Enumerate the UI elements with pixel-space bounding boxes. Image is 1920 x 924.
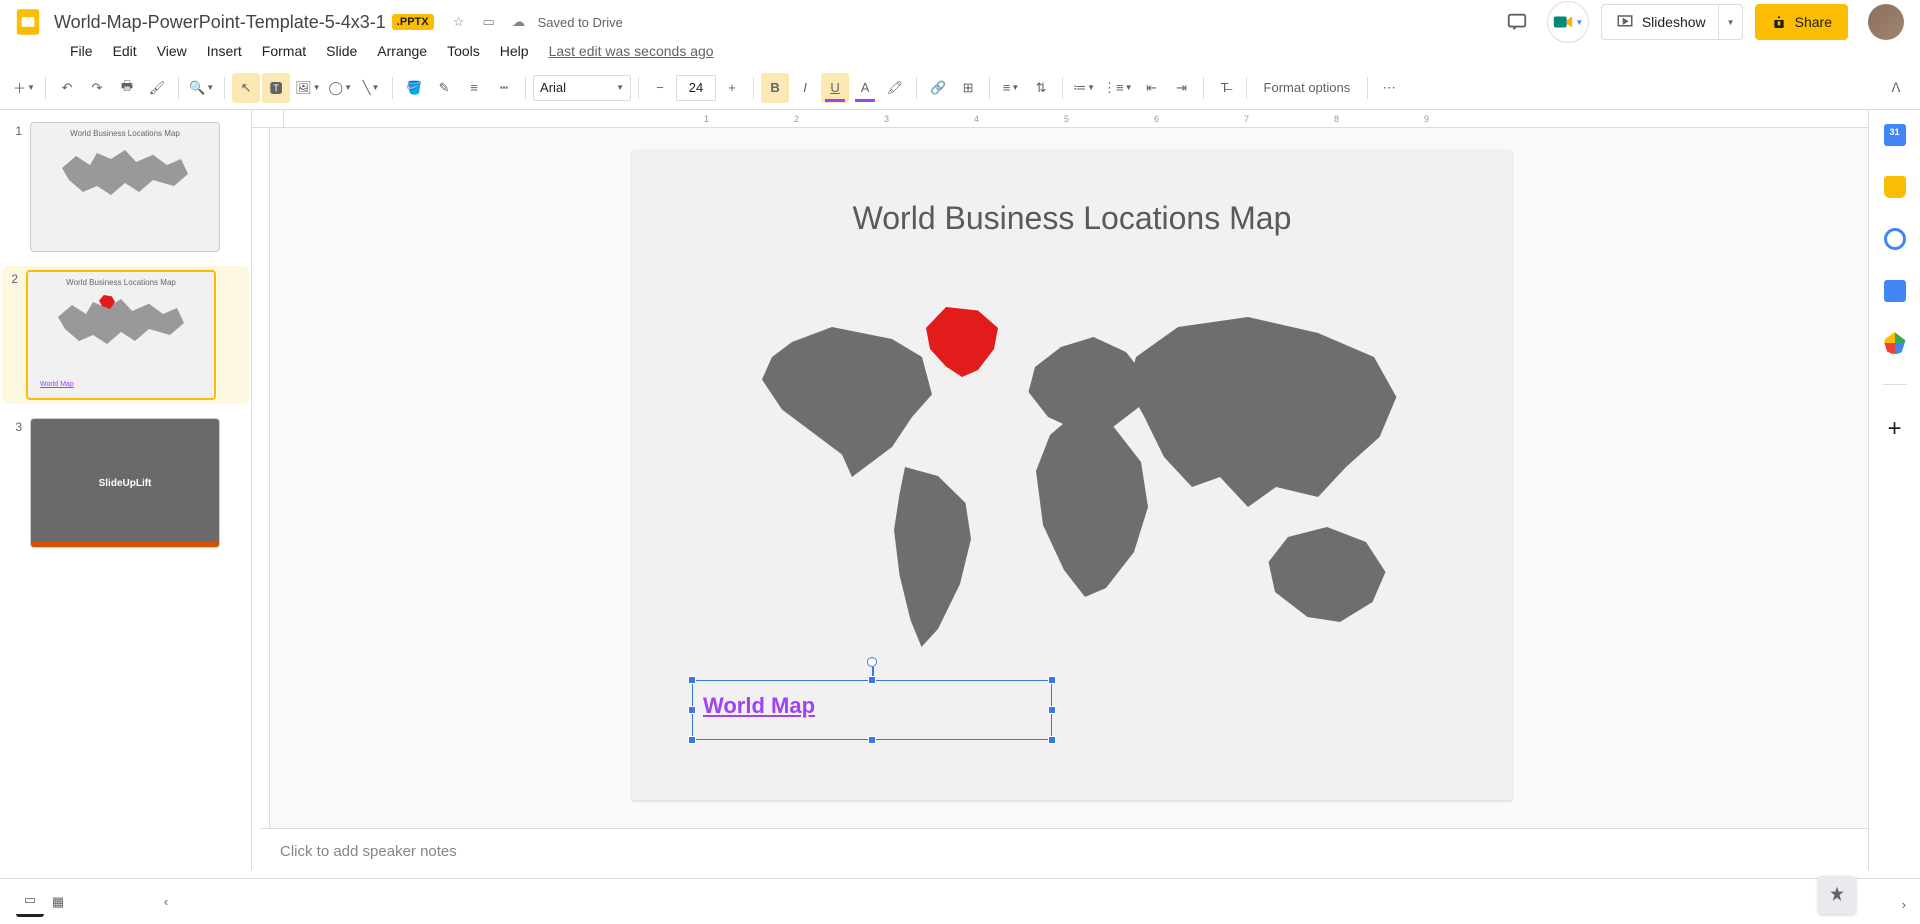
resize-handle[interactable]	[688, 706, 696, 714]
resize-handle[interactable]	[688, 676, 696, 684]
menu-slide[interactable]: Slide	[318, 39, 365, 63]
border-weight-button[interactable]: ≡	[460, 73, 488, 103]
side-panel: +	[1868, 110, 1920, 870]
filmstrip[interactable]: 1 World Business Locations Map 2 World B…	[0, 110, 252, 870]
indent-inc-button[interactable]: ⇥	[1168, 73, 1196, 103]
menu-file[interactable]: File	[62, 39, 101, 63]
menu-view[interactable]: View	[149, 39, 195, 63]
slideshow-button[interactable]: Slideshow ▼	[1601, 4, 1743, 40]
indent-dec-button[interactable]: ⇤	[1138, 73, 1166, 103]
speaker-notes[interactable]: Click to add speaker notes	[260, 828, 1868, 878]
explore-button[interactable]	[1818, 876, 1856, 914]
highlight-button[interactable]: 🖍	[881, 73, 909, 103]
resize-handle[interactable]	[868, 676, 876, 684]
world-map-graphic[interactable]	[722, 297, 1422, 627]
underline-button[interactable]: U	[821, 73, 849, 103]
last-edit[interactable]: Last edit was seconds ago	[549, 43, 714, 59]
vertical-ruler	[252, 128, 270, 870]
print-button[interactable]: 🖶	[113, 73, 141, 103]
cloud-icon: ☁	[509, 12, 529, 32]
maps-icon[interactable]	[1884, 332, 1906, 354]
text-color-button[interactable]: A	[851, 73, 879, 103]
meet-button[interactable]: ▼	[1547, 1, 1589, 43]
resize-handle[interactable]	[868, 736, 876, 744]
canvas-area[interactable]: 1 2 3 4 5 6 7 8 9 World Business Locatio…	[252, 110, 1920, 870]
tasks-icon[interactable]	[1884, 228, 1906, 250]
contacts-icon[interactable]	[1884, 280, 1906, 302]
format-options-button[interactable]: Format options	[1254, 80, 1361, 95]
menu-edit[interactable]: Edit	[105, 39, 145, 63]
resize-handle[interactable]	[1048, 706, 1056, 714]
slide-thumb-3[interactable]: SlideUpLift	[30, 418, 220, 548]
border-color-button[interactable]: ✎	[430, 73, 458, 103]
slideshow-label: Slideshow	[1642, 14, 1706, 30]
pptx-badge: .PPTX	[392, 14, 434, 30]
image-tool[interactable]: 🖼▼	[292, 73, 323, 103]
font-size-dec[interactable]: −	[646, 73, 674, 103]
font-size-input[interactable]: 24	[676, 75, 716, 101]
shape-tool[interactable]: ◯▼	[326, 73, 355, 103]
grid-view-button[interactable]: ▦	[44, 887, 72, 917]
textbox-tool[interactable]: 🆃	[262, 73, 290, 103]
menu-help[interactable]: Help	[492, 39, 537, 63]
clear-format-button[interactable]: T̶	[1211, 73, 1239, 103]
slide-number: 3	[6, 418, 30, 548]
star-icon[interactable]: ☆	[449, 12, 469, 32]
new-slide-button[interactable]: ＋▼	[10, 73, 38, 103]
menu-arrange[interactable]: Arrange	[369, 39, 435, 63]
more-button[interactable]: ⋯	[1375, 73, 1403, 103]
line-tool[interactable]: ╲▼	[357, 73, 385, 103]
line-spacing-button[interactable]: ⇅	[1027, 73, 1055, 103]
resize-handle[interactable]	[1048, 736, 1056, 744]
zoom-button[interactable]: 🔍▼	[186, 73, 217, 103]
horizontal-ruler: 1 2 3 4 5 6 7 8 9	[284, 110, 1920, 128]
collapse-filmstrip-button[interactable]: ‹	[152, 887, 180, 917]
align-button[interactable]: ≡▼	[997, 73, 1025, 103]
resize-handle[interactable]	[1048, 676, 1056, 684]
save-status: Saved to Drive	[538, 15, 623, 30]
select-tool[interactable]: ↖	[232, 73, 260, 103]
slideshow-dropdown[interactable]: ▼	[1718, 4, 1742, 40]
italic-button[interactable]: I	[791, 73, 819, 103]
menu-format[interactable]: Format	[254, 39, 314, 63]
font-select[interactable]: Arial▼	[533, 75, 631, 101]
resize-handle[interactable]	[688, 736, 696, 744]
share-label: Share	[1795, 14, 1832, 30]
slides-logo[interactable]	[8, 2, 48, 42]
comment-button[interactable]: ⊞	[954, 73, 982, 103]
comments-icon[interactable]	[1499, 4, 1535, 40]
font-size-inc[interactable]: +	[718, 73, 746, 103]
keep-icon[interactable]	[1884, 176, 1906, 198]
avatar[interactable]	[1868, 4, 1904, 40]
menu-tools[interactable]: Tools	[439, 39, 488, 63]
slide-thumb-1[interactable]: World Business Locations Map	[30, 122, 220, 252]
filmstrip-view-button[interactable]: ▭	[16, 887, 44, 917]
slide-number: 2	[2, 270, 26, 400]
slide-canvas[interactable]: World Business Locations Map	[632, 150, 1512, 800]
redo-button[interactable]: ↷	[83, 73, 111, 103]
slide-title[interactable]: World Business Locations Map	[632, 200, 1512, 237]
greenland-highlight	[922, 307, 1002, 377]
calendar-icon[interactable]	[1884, 124, 1906, 146]
slide-thumb-2[interactable]: World Business Locations Map World Map	[26, 270, 216, 400]
paint-format-button[interactable]: 🖌	[143, 73, 171, 103]
slide-number: 1	[6, 122, 30, 252]
bold-button[interactable]: B	[761, 73, 789, 103]
list-bullet-button[interactable]: ⋮≡▼	[1100, 73, 1136, 103]
share-button[interactable]: Share	[1755, 4, 1848, 40]
undo-button[interactable]: ↶	[53, 73, 81, 103]
menu-insert[interactable]: Insert	[199, 39, 250, 63]
collapse-toolbar-button[interactable]: ᐱ	[1882, 73, 1910, 103]
fill-color-button[interactable]: 🪣	[400, 73, 428, 103]
doc-title[interactable]: World-Map-PowerPoint-Template-5-4x3-1	[54, 12, 386, 33]
add-on-icon[interactable]: +	[1887, 415, 1901, 443]
hyperlink-text[interactable]: World Map	[693, 681, 825, 731]
move-icon[interactable]: ▭	[479, 12, 499, 32]
side-panel-collapse[interactable]: ›	[1902, 897, 1906, 912]
selected-text-box[interactable]: World Map	[692, 680, 1052, 740]
list-numbered-button[interactable]: ≔▼	[1070, 73, 1098, 103]
link-button[interactable]: 🔗	[924, 73, 952, 103]
rotate-handle[interactable]	[867, 657, 877, 667]
border-dash-button[interactable]: ┅	[490, 73, 518, 103]
